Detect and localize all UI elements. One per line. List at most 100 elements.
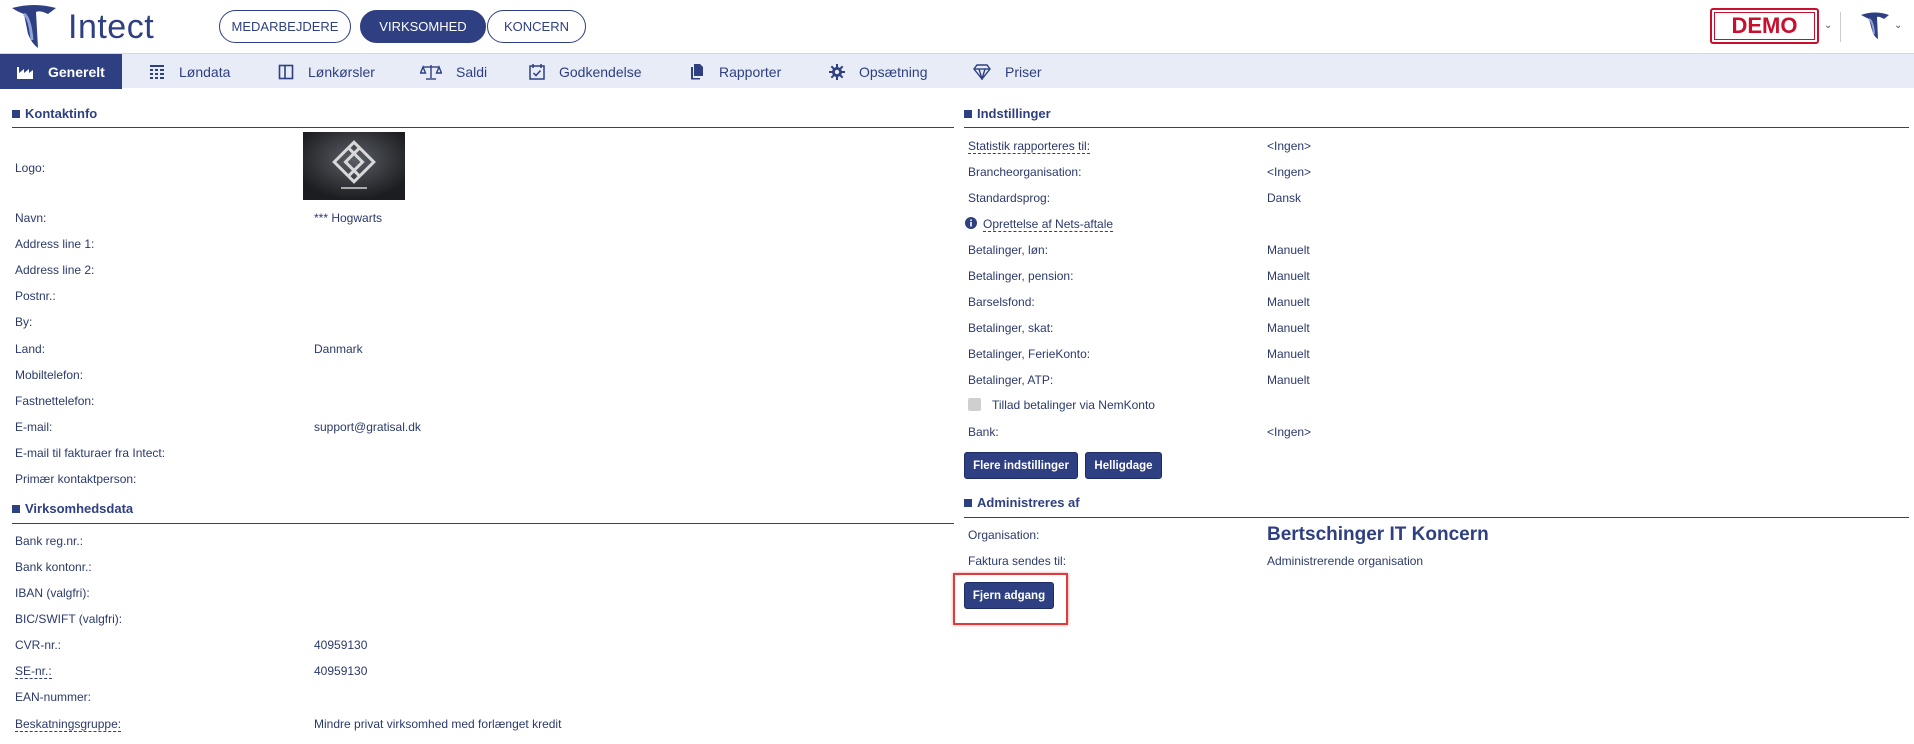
language-value[interactable]: Dansk bbox=[1267, 191, 1301, 205]
maternity-fund-value[interactable]: Manuelt bbox=[1267, 295, 1310, 309]
tab-koncern[interactable]: KONCERN bbox=[487, 10, 586, 43]
columns-icon bbox=[278, 64, 294, 79]
section-title: Administreres af bbox=[977, 495, 1080, 510]
nets-agreement-link[interactable]: Oprettelse af Nets-aftale bbox=[983, 217, 1114, 232]
field-label: CVR-nr.: bbox=[15, 638, 62, 652]
se-value[interactable]: 40959130 bbox=[314, 664, 367, 678]
holidays-button[interactable]: Helligdage bbox=[1085, 452, 1162, 479]
name-value[interactable]: *** Hogwarts bbox=[314, 211, 382, 225]
intect-logo-icon bbox=[12, 5, 56, 48]
field-label: Bank: bbox=[968, 425, 999, 439]
tax-group-value[interactable]: Mindre privat virksomhed med forlænget k… bbox=[314, 717, 561, 731]
section-divider bbox=[964, 517, 1909, 518]
payment-atp-value[interactable]: Manuelt bbox=[1267, 373, 1310, 387]
nav-item-londata[interactable]: Løndata bbox=[149, 54, 230, 89]
company-logo-image[interactable] bbox=[303, 132, 405, 200]
invoice-recipient-value: Administrerende organisation bbox=[1267, 554, 1424, 568]
gear-icon bbox=[829, 63, 845, 80]
field-label: Betalinger, FerieKonto: bbox=[968, 347, 1091, 361]
nav-item-rapporter[interactable]: Rapporter bbox=[689, 54, 781, 89]
nav-item-generelt[interactable]: Generelt bbox=[0, 54, 122, 89]
field-label: Postnr.: bbox=[15, 289, 56, 303]
field-label: Primær kontaktperson: bbox=[15, 472, 137, 486]
bank-value[interactable]: <Ingen> bbox=[1267, 425, 1311, 439]
nemkonto-checkbox[interactable] bbox=[968, 398, 981, 411]
logo-label: Logo: bbox=[15, 161, 46, 175]
payment-tax-value[interactable]: Manuelt bbox=[1267, 321, 1310, 335]
nav-label: Saldi bbox=[456, 63, 488, 80]
section-administreres-af: Administreres af bbox=[964, 495, 1080, 510]
country-value[interactable]: Danmark bbox=[314, 342, 363, 356]
section-kontaktinfo: Kontaktinfo bbox=[12, 106, 97, 121]
field-label: Betalinger, løn: bbox=[968, 243, 1049, 257]
section-title: Kontaktinfo bbox=[25, 106, 98, 121]
field-label: Mobiltelefon: bbox=[15, 368, 84, 382]
demo-badge-label: DEMO bbox=[1714, 12, 1815, 40]
field-label: EAN-nummer: bbox=[15, 690, 92, 704]
more-settings-button[interactable]: Flere indstillinger bbox=[964, 452, 1078, 479]
logo-text: Intect bbox=[68, 7, 155, 46]
payment-pension-value[interactable]: Manuelt bbox=[1267, 269, 1310, 283]
tab-virksomhed[interactable]: VIRKSOMHED bbox=[360, 10, 486, 43]
nav-label: Rapporter bbox=[719, 63, 782, 80]
payment-salary-value[interactable]: Manuelt bbox=[1267, 243, 1310, 257]
section-indstillinger: Indstillinger bbox=[964, 106, 1051, 121]
field-label: Navn: bbox=[15, 211, 47, 225]
nav-label: Generelt bbox=[48, 63, 105, 80]
nemkonto-checkbox-label: Tillad betalinger via NemKonto bbox=[992, 398, 1155, 412]
field-label: BIC/SWIFT (valgfri): bbox=[15, 612, 123, 626]
field-label: Faktura sendes til: bbox=[968, 554, 1067, 568]
nav-label: Godkendelse bbox=[559, 63, 642, 80]
calendar-check-icon bbox=[529, 64, 545, 80]
cvr-value[interactable]: 40959130 bbox=[314, 638, 367, 652]
nav-item-lonkorsler[interactable]: Lønkørsler bbox=[278, 54, 375, 89]
field-label: Address line 1: bbox=[15, 237, 95, 251]
field-label: E-mail: bbox=[15, 420, 53, 434]
nav-label: Priser bbox=[1005, 63, 1042, 80]
nav-label: Opsætning bbox=[859, 63, 928, 80]
organisation-value: Bertschinger IT Koncern bbox=[1267, 524, 1489, 545]
section-virksomhedsdata: Virksomhedsdata bbox=[12, 501, 133, 516]
field-label: Fastnettelefon: bbox=[15, 394, 95, 408]
field-label: Betalinger, ATP: bbox=[968, 373, 1054, 387]
grid-icon bbox=[150, 64, 164, 79]
documents-icon bbox=[691, 64, 703, 80]
field-label: By: bbox=[15, 315, 33, 329]
field-label: Land: bbox=[15, 342, 46, 356]
info-icon bbox=[965, 217, 977, 229]
field-label: Brancheorganisation: bbox=[968, 165, 1082, 179]
account-menu-icon[interactable] bbox=[1860, 11, 1890, 41]
section-divider bbox=[964, 127, 1909, 128]
main-nav: Generelt Løndata Lønkørsler Saldi Godken… bbox=[0, 53, 1914, 89]
section-title: Virksomhedsdata bbox=[25, 501, 134, 516]
section-divider bbox=[12, 127, 954, 128]
remove-access-button[interactable]: Fjern adgang bbox=[964, 582, 1054, 609]
statistics-label[interactable]: Statistik rapporteres til: bbox=[968, 139, 1091, 154]
diamond-icon bbox=[973, 63, 991, 80]
chevron-down-icon[interactable]: ⌄ bbox=[1824, 20, 1832, 31]
nav-item-godkendelse[interactable]: Godkendelse bbox=[529, 54, 642, 89]
account-chevron-icon[interactable]: ⌄ bbox=[1894, 20, 1902, 31]
statistics-value[interactable]: <Ingen> bbox=[1267, 139, 1311, 153]
field-label: IBAN (valgfri): bbox=[15, 586, 90, 600]
field-label: Organisation: bbox=[968, 528, 1040, 542]
email-value[interactable]: support@gratisal.dk bbox=[314, 420, 421, 434]
top-header: Intect MEDARBEJDERE VIRKSOMHED KONCERN D… bbox=[0, 0, 1914, 53]
field-label: Barselsfond: bbox=[968, 295, 1035, 309]
tab-medarbejdere[interactable]: MEDARBEJDERE bbox=[219, 10, 351, 43]
factory-icon bbox=[17, 66, 33, 79]
field-label: Bank kontonr.: bbox=[15, 560, 92, 574]
nav-item-saldi[interactable]: Saldi bbox=[420, 54, 487, 89]
nav-item-priser[interactable]: Priser bbox=[973, 54, 1042, 89]
scale-icon bbox=[420, 64, 442, 80]
section-divider bbox=[12, 523, 954, 524]
field-label: Betalinger, pension: bbox=[968, 269, 1074, 283]
field-label: E-mail til fakturaer fra Intect: bbox=[15, 446, 166, 460]
se-nr-label[interactable]: SE-nr.: bbox=[15, 664, 52, 679]
app-logo[interactable]: Intect bbox=[10, 4, 154, 50]
nav-item-opsaetning[interactable]: Opsætning bbox=[829, 54, 927, 89]
branch-org-value[interactable]: <Ingen> bbox=[1267, 165, 1311, 179]
nav-label: Løndata bbox=[179, 63, 231, 80]
tax-group-label[interactable]: Beskatningsgruppe: bbox=[15, 717, 122, 732]
payment-feriekonto-value[interactable]: Manuelt bbox=[1267, 347, 1310, 361]
